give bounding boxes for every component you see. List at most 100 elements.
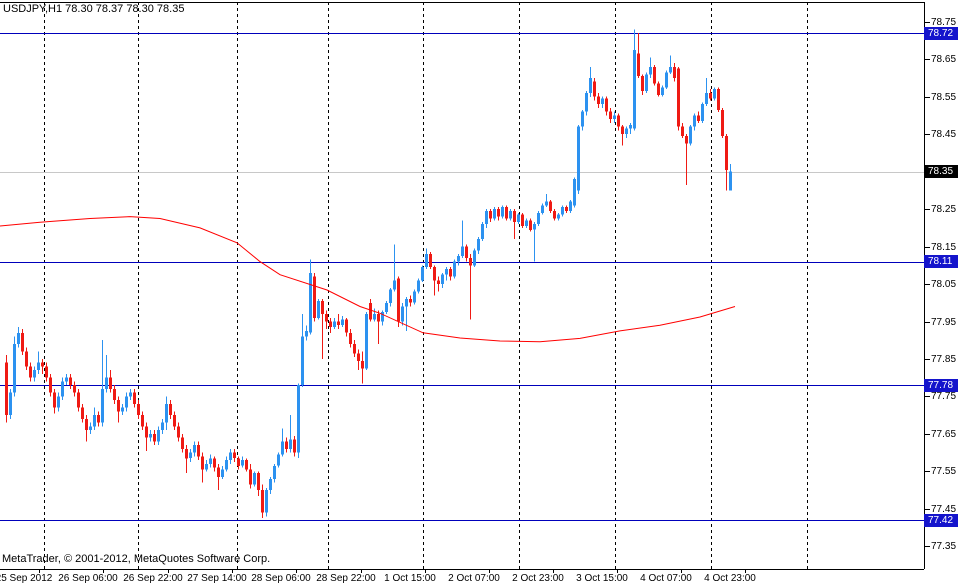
candle-body [509,211,512,219]
candle-body [529,220,532,229]
candle-body [485,211,488,224]
candle [309,260,312,335]
candle-body [461,247,464,256]
candle [297,383,300,458]
candle-body [601,99,604,105]
candle-body [489,211,492,219]
candle [101,340,104,426]
candle [189,449,192,462]
candle [345,318,348,337]
candle [113,385,116,404]
candle [721,108,724,138]
candle-body [449,269,452,277]
candle [77,389,80,412]
candle [173,411,176,430]
candle-body [241,460,244,466]
candle [677,67,680,131]
candle [177,423,180,442]
candle-body [385,303,388,312]
candle [457,254,460,265]
time-tick-label: 25 Sep 2012 [0,573,52,584]
candle [673,63,676,82]
candle-body [369,303,372,320]
candle [157,426,160,445]
candle-body [473,250,476,265]
candle-body [109,378,112,389]
candle-body [97,415,100,423]
candle-body [421,267,424,280]
candle [69,374,72,389]
candle [125,393,128,412]
candle-body [653,67,656,84]
candle [45,363,48,382]
candle [353,340,356,357]
candle [201,453,204,483]
candle-body [77,393,80,408]
candle-body [201,456,204,469]
candle-body [513,211,516,222]
candle-body [713,89,716,98]
candle [205,460,208,471]
candle-body [33,370,36,378]
candle-body [37,363,40,371]
candle [249,464,252,488]
candle [141,411,144,430]
candle [33,367,36,382]
candle [49,374,52,397]
candle [453,260,456,279]
candle [257,471,260,495]
candle [473,249,476,268]
candle [505,205,508,220]
chart-plot-area[interactable] [0,0,963,585]
candle-body [609,112,612,120]
candle-body [61,382,64,397]
candle [233,449,236,462]
candle [337,314,340,329]
candle-body [629,125,632,129]
candle [565,205,568,213]
candle [469,254,472,320]
candle-body [217,468,220,477]
candle-body [57,396,60,407]
candle [493,207,496,220]
candle [513,209,516,239]
candle [273,464,276,483]
candle-body [345,320,348,333]
candle [165,396,168,430]
time-tick-label: 26 Sep 06:00 [58,573,118,584]
candle-body [73,385,76,393]
candle-body [157,430,160,441]
candle-body [497,209,500,217]
candle-body [533,224,536,230]
time-tick-label: 26 Sep 22:00 [123,573,183,584]
candle [389,288,392,307]
candle-body [705,93,708,104]
candle [381,310,384,325]
candle [533,222,536,261]
candle-body [469,258,472,266]
candle-body [613,116,616,120]
candle [601,97,604,108]
candle-body [633,50,636,129]
candle [581,110,584,131]
candle [585,91,588,115]
candle-body [341,320,344,326]
price-level-label: 77.42 [924,514,958,527]
candle-body [429,254,432,267]
price-tick-label: 77.95 [931,317,956,328]
price-tick-label: 78.05 [931,279,956,290]
candle [401,303,404,326]
candle [5,355,8,422]
candle-body [181,438,184,449]
candle-body [625,129,628,135]
candle-body [113,389,116,400]
candle [449,267,452,280]
price-tick-label: 77.55 [931,466,956,477]
price-tick-label: 78.45 [931,129,956,140]
candle-body [697,116,700,122]
candle [285,438,288,453]
candle [681,123,684,138]
candle-body [309,273,312,333]
candle [625,127,628,138]
candle [121,404,124,415]
